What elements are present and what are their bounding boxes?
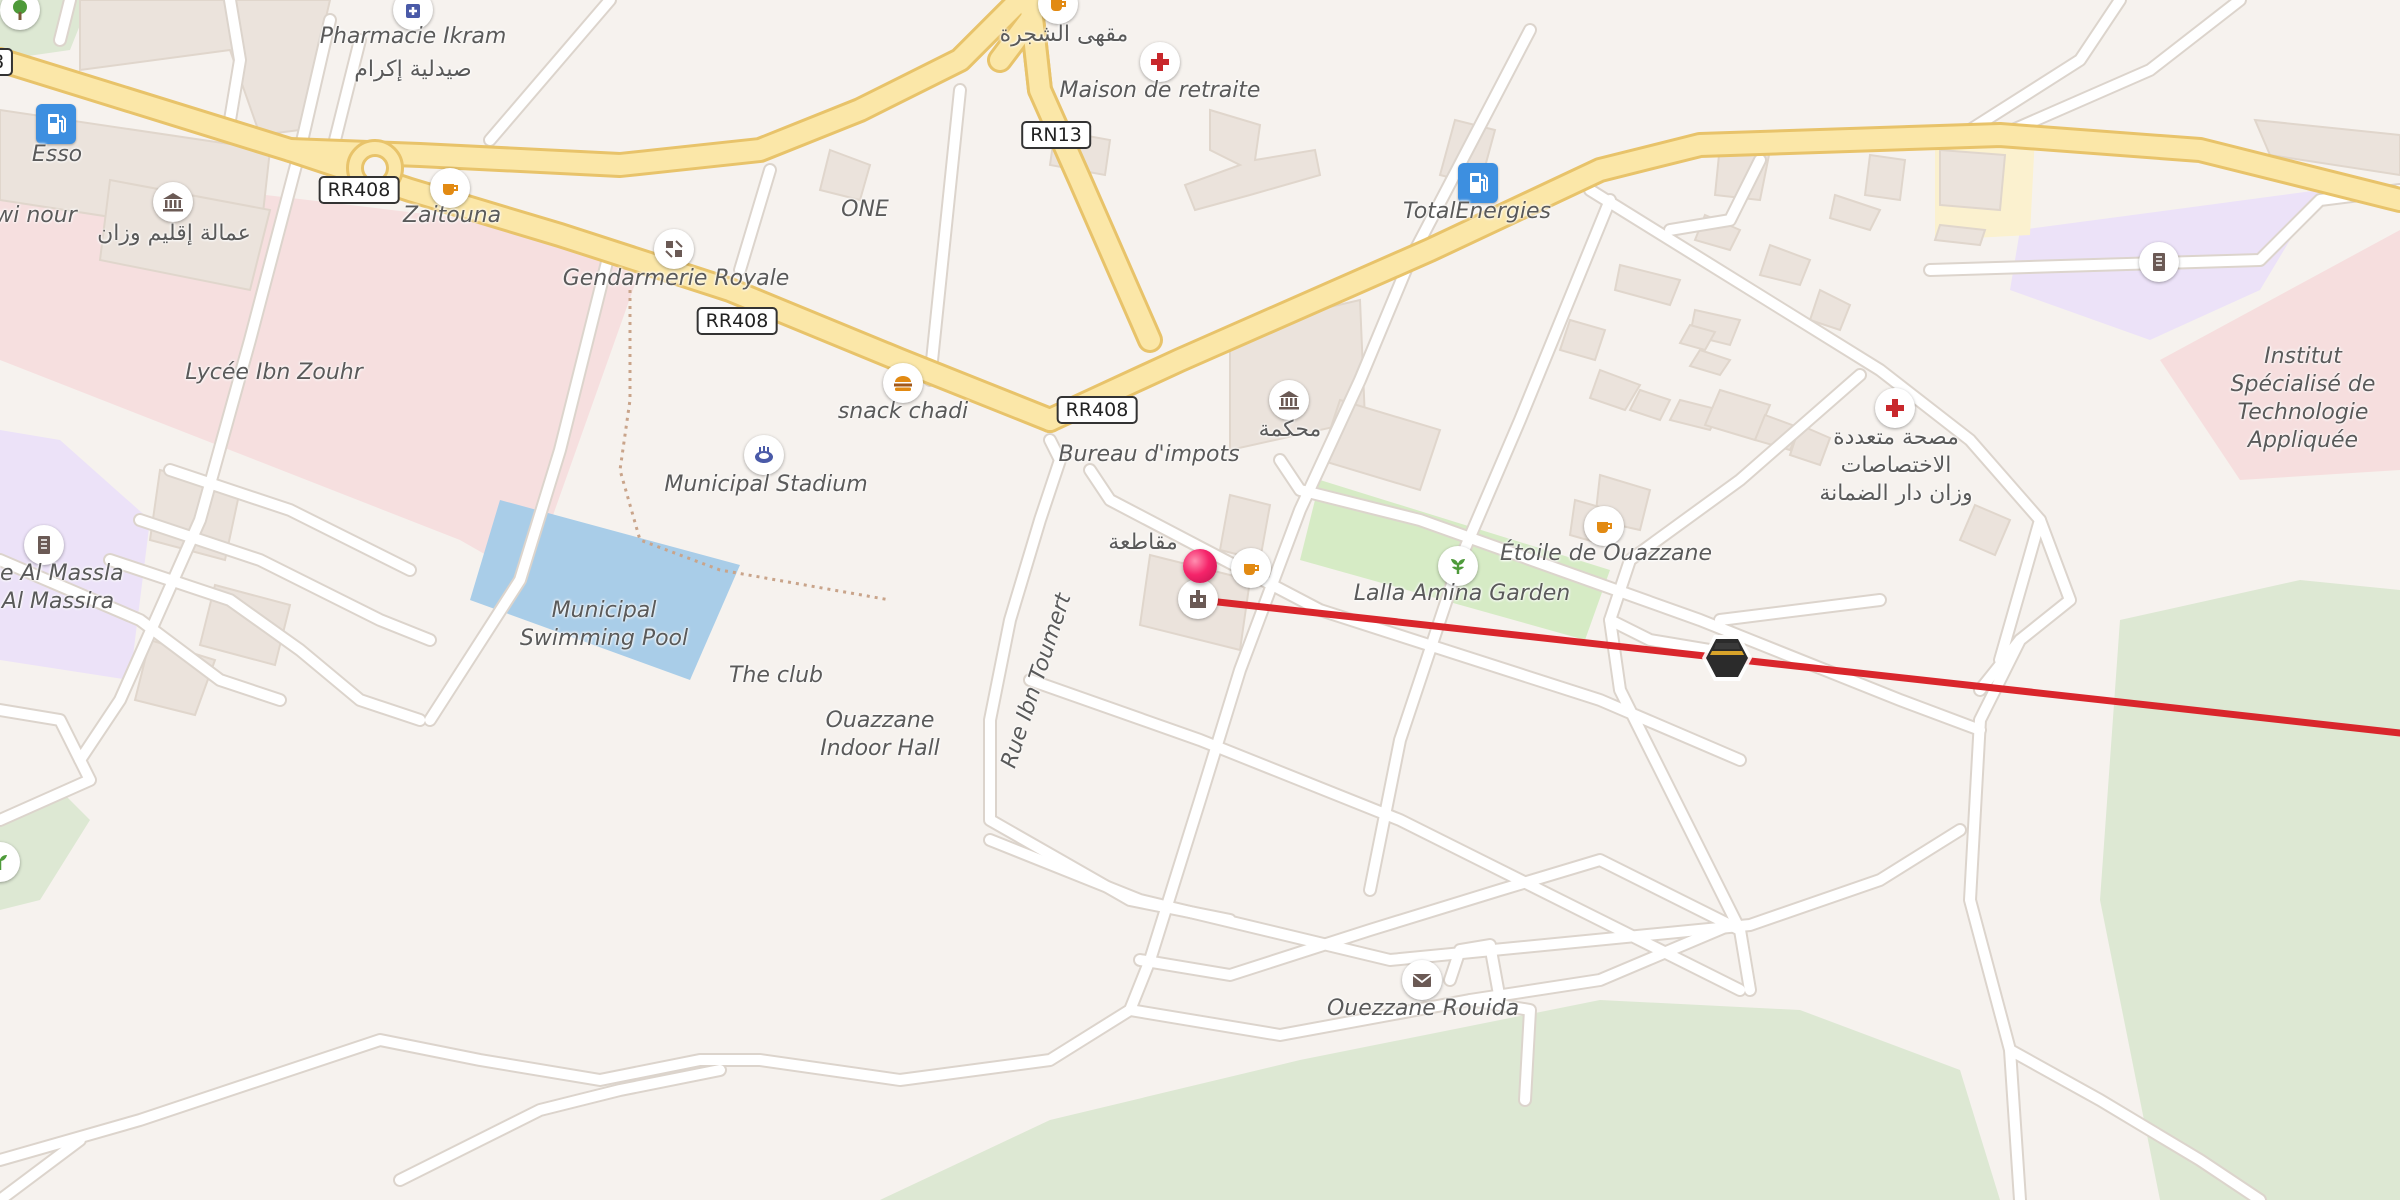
school-area-west xyxy=(0,430,150,680)
area-label: Lycée Ibn Zouhr xyxy=(185,360,363,385)
poi-label: snack chadi xyxy=(837,399,969,424)
poi-label: Ouezzane Rouida xyxy=(1326,996,1520,1021)
road-shield-edge: 8 xyxy=(0,48,14,76)
area-label: Municipal Swimming Pool xyxy=(519,598,689,651)
fuel-station-icon[interactable] xyxy=(1458,163,1498,203)
hospital-cross-icon[interactable] xyxy=(1875,388,1915,428)
poi-label-arabic: صيدلية إكرام xyxy=(354,57,472,82)
school-icon[interactable] xyxy=(24,525,64,565)
school-icon[interactable] xyxy=(2139,242,2179,282)
area-label: ole Al Massla xyxy=(0,561,124,586)
fastfood-icon[interactable] xyxy=(883,363,923,403)
poi-label-arabic: مصحة متعددة الاختصاصات وزان دار الضمانة xyxy=(1819,425,1973,506)
area-label: Institut Spécialisé de Technologie Appli… xyxy=(2230,344,2376,453)
poi-label: Zaitouna xyxy=(402,203,502,228)
poi-label: TotalEnergies xyxy=(1403,199,1551,224)
road-shield-rn13: RN13 xyxy=(1021,121,1091,149)
poi-label: Gendarmerie Royale xyxy=(562,266,790,291)
kaaba-icon[interactable] xyxy=(1700,631,1754,685)
stadium-icon[interactable] xyxy=(744,435,784,475)
poi-label-arabic: عمالة إقليم وزان xyxy=(97,221,251,246)
townhall-icon[interactable] xyxy=(1269,380,1309,420)
police-icon[interactable] xyxy=(654,229,694,269)
poi-label-arabic: مقهى الشجرة xyxy=(999,22,1129,47)
fuel-station-icon[interactable] xyxy=(36,104,76,144)
poi-label-arabic: مقاطعة xyxy=(1108,530,1178,555)
road-shield-rr408: RR408 xyxy=(696,307,778,335)
hospital-cross-icon[interactable] xyxy=(1140,42,1180,82)
poi-label: Municipal Stadium xyxy=(664,472,868,497)
poi-label: Ouazzane Indoor Hall xyxy=(820,708,940,761)
road-shield-rr408: RR408 xyxy=(1056,396,1138,424)
poi-label: Bureau d'impots xyxy=(1058,442,1240,467)
poi-label: Étoile de Ouazzane xyxy=(1499,541,1713,566)
map-view[interactable]: 8 RR408 RR408 RR408 RN13 xyxy=(0,0,2400,1200)
cafe-icon[interactable] xyxy=(1231,548,1271,588)
post-office-icon[interactable] xyxy=(1402,960,1442,1000)
green-area-east xyxy=(2100,580,2400,1200)
poi-label: Esso xyxy=(31,142,83,167)
area-label: Al Massira xyxy=(1,589,115,614)
poi-label: Maison de retraite xyxy=(1059,78,1261,103)
poi-label-arabic: محكمة xyxy=(1258,417,1322,442)
poi-label: The club xyxy=(728,663,824,688)
area-label: Lalla Amina Garden xyxy=(1353,581,1571,606)
poi-label: Pharmacie Ikram xyxy=(319,24,507,49)
poi-label: ONE xyxy=(841,197,889,222)
location-pin-icon[interactable] xyxy=(1183,549,1217,583)
townhall-icon[interactable] xyxy=(153,182,193,222)
poi-label: wi nour xyxy=(0,203,77,228)
townhall-icon[interactable] xyxy=(1178,579,1218,619)
green-area-south xyxy=(880,1000,2000,1200)
road-shield-rr408: RR408 xyxy=(318,176,400,204)
